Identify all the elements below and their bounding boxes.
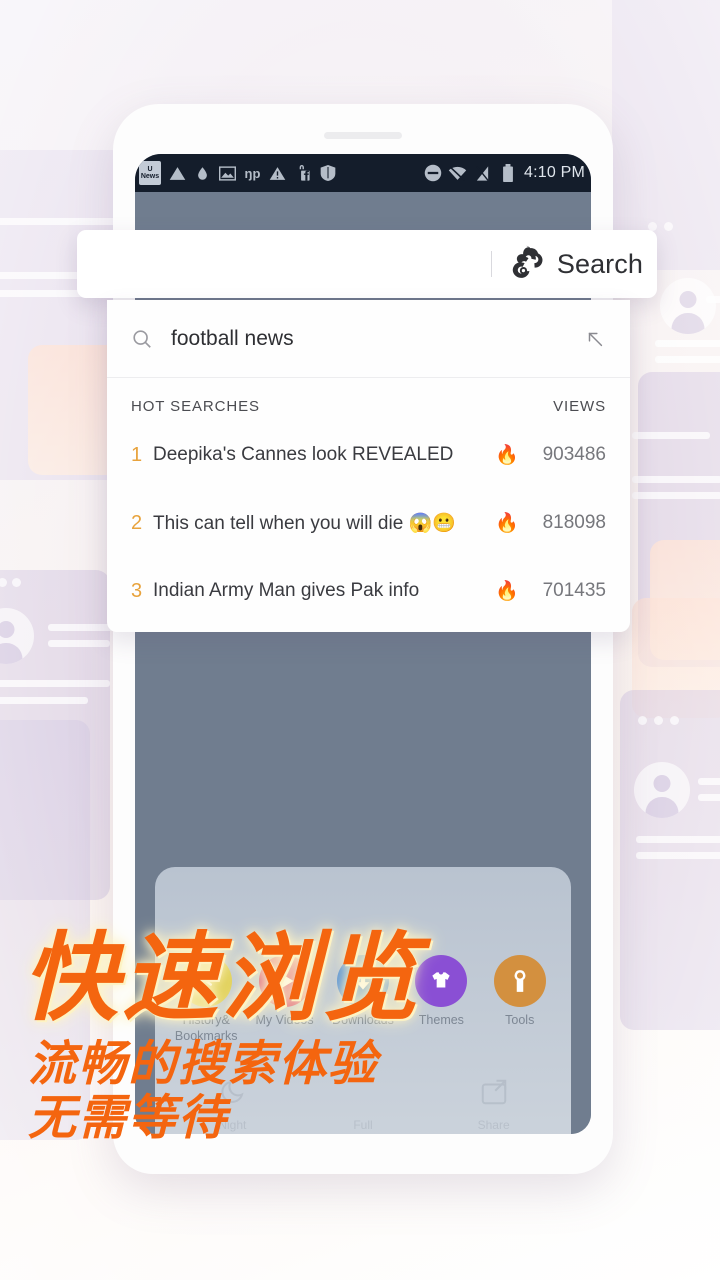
hot-searches-label: HOT SEARCHES: [131, 398, 260, 415]
bg-avatar-icon: [634, 762, 690, 818]
search-bar-card[interactable]: Search: [77, 230, 657, 298]
hot-search-views: 🔥 903486: [495, 443, 606, 467]
bg-line: [632, 492, 720, 499]
flame-icon: 🔥: [495, 581, 519, 602]
status-bar: U News ŋp 4:10 PM: [135, 154, 591, 192]
hot-search-row[interactable]: 1 Deepika's Cannes look REVEALED 🔥 90348…: [107, 421, 630, 489]
bg-dot: [654, 716, 663, 725]
bg-line: [698, 794, 720, 801]
hot-search-title: Deepika's Cannes look REVEALED: [153, 444, 454, 465]
bg-line: [636, 852, 720, 859]
rank-number: 3: [131, 579, 143, 602]
arrow-up-left-icon[interactable]: [584, 328, 606, 350]
bg-line: [698, 778, 720, 785]
hot-search-title: Indian Army Man gives Pak info: [153, 580, 420, 601]
bg-dot: [670, 716, 679, 725]
bg-line: [706, 296, 720, 303]
bg-dot: [638, 716, 647, 725]
bg-avatar-icon: [660, 278, 716, 334]
promo-subline-1: 流畅的搜索体验: [28, 1035, 379, 1092]
flame-icon: 🔥: [495, 445, 519, 466]
news-badge-icon: U News: [139, 161, 161, 185]
warning-triangle-icon: [268, 164, 287, 183]
uc-squirrel-icon: [508, 245, 548, 283]
bg-line: [655, 340, 720, 347]
promo-text-block: 快速浏览 流畅的搜索体验 无需等待: [22, 922, 682, 1146]
view-count: 701435: [542, 580, 606, 601]
np-icon: ŋp: [244, 165, 261, 181]
bg-line: [48, 640, 110, 647]
hot-search-views: 🔥 818098: [495, 511, 606, 535]
views-label: VIEWS: [553, 398, 606, 415]
image-icon: [218, 164, 237, 183]
status-bar-clock: 4:10 PM: [524, 164, 585, 181]
battery-icon: [498, 164, 517, 183]
promo-subline-2: 无需等待: [28, 1089, 229, 1146]
signal-off-icon: [473, 164, 492, 183]
phone-speaker: [324, 132, 402, 139]
bg-line: [632, 432, 710, 439]
hot-search-row[interactable]: 3 Indian Army Man gives Pak info 🔥 70143…: [107, 557, 630, 625]
wifi-off-icon: [448, 164, 467, 183]
search-bar-divider: [490, 251, 492, 277]
rank-number: 2: [131, 511, 143, 534]
bg-line: [632, 476, 720, 483]
view-count: 818098: [542, 512, 606, 533]
view-count: 903486: [542, 444, 606, 465]
hot-search-row[interactable]: 2 This can tell when you will die 😱😬 🔥 8…: [107, 489, 630, 557]
bg-line: [0, 680, 110, 687]
screenshot-root: U News ŋp 4:10 PM History& Bookmarks My …: [0, 0, 720, 1280]
facebook-lock-icon: [293, 164, 312, 183]
search-magnifier-icon: [131, 328, 153, 350]
droplet-icon: [193, 164, 212, 183]
rank-number: 1: [131, 443, 143, 466]
search-suggestions-dropdown: football news HOT SEARCHES VIEWS 1 Deepi…: [107, 300, 630, 632]
search-input-value[interactable]: football news: [171, 327, 584, 351]
shield-icon: [318, 164, 337, 183]
flame-icon: 🔥: [495, 513, 519, 534]
hot-search-views: 🔥 701435: [495, 579, 606, 603]
promo-headline: 快速浏览: [22, 922, 422, 1034]
bg-dot: [664, 222, 673, 231]
bg-line: [636, 836, 720, 843]
bg-dot: [12, 578, 21, 587]
warning-triangle-icon: [168, 164, 187, 183]
search-label: Search: [556, 248, 643, 279]
hot-search-title: This can tell when you will die 😱😬: [153, 513, 456, 534]
bg-line: [655, 356, 720, 363]
hot-searches-header: HOT SEARCHES VIEWS: [107, 378, 630, 421]
bg-line: [0, 697, 88, 704]
search-query-row[interactable]: football news: [107, 300, 630, 378]
do-not-disturb-icon: [423, 164, 442, 183]
